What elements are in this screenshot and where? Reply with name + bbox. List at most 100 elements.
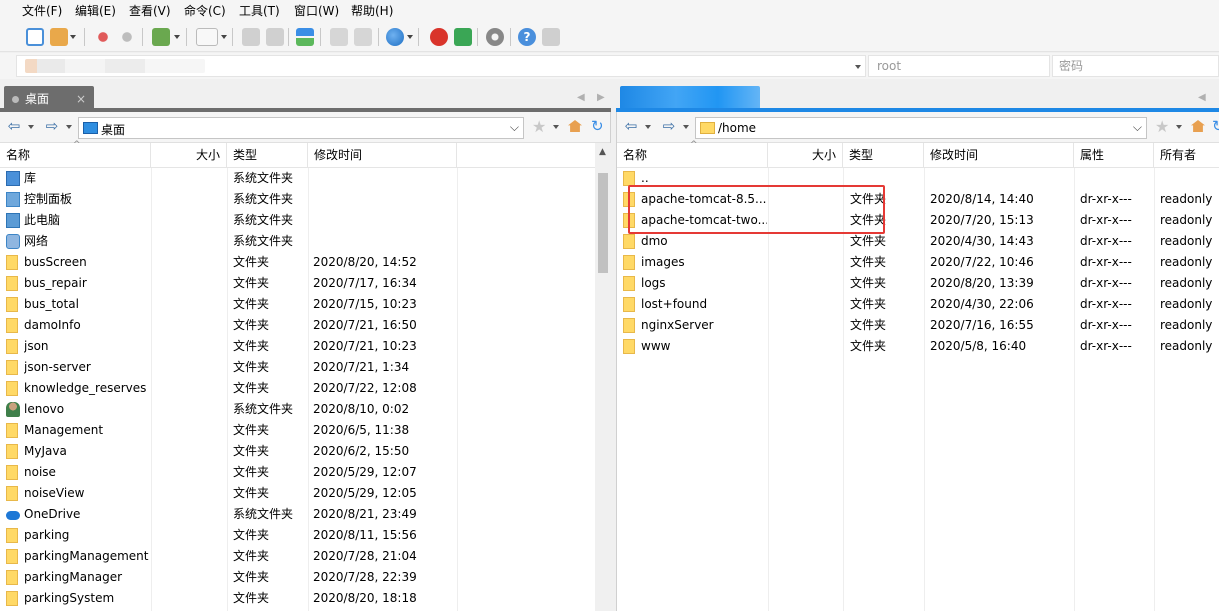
remote-path-input[interactable]: /home ⌵ bbox=[695, 117, 1147, 139]
back-history-icon[interactable] bbox=[645, 125, 651, 129]
tab-scroll-right-icon[interactable]: ▶ bbox=[597, 92, 605, 103]
file-row[interactable]: 网络 系统文件夹 bbox=[0, 231, 610, 252]
column-mtime[interactable]: 修改时间 bbox=[308, 143, 457, 168]
file-row[interactable]: nginxServer 文件夹 2020/7/16, 16:55 dr-xr-x---… bbox=[617, 315, 1219, 336]
file-row[interactable]: 库 系统文件夹 bbox=[0, 168, 610, 189]
copy-icon[interactable] bbox=[330, 28, 348, 46]
chevron-down-icon[interactable] bbox=[855, 65, 861, 69]
file-row[interactable]: www 文件夹 2020/5/8, 16:40 dr-xr-x--- readonly bbox=[617, 336, 1219, 357]
column-type[interactable]: 类型 bbox=[843, 143, 924, 168]
file-mtime: 2020/7/22, 12:08 bbox=[313, 381, 417, 395]
menu-command[interactable]: 命令(C) bbox=[182, 2, 228, 20]
forward-arrow-icon[interactable]: ⇨ bbox=[661, 118, 677, 134]
file-row[interactable]: apache-tomcat-two.... 文件夹 2020/7/20, 15:13… bbox=[617, 210, 1219, 231]
file-row[interactable]: json-server 文件夹 2020/7/21, 1:34 bbox=[0, 357, 610, 378]
chevron-down-icon[interactable]: ⌵ bbox=[510, 120, 519, 135]
username-field[interactable]: root bbox=[868, 55, 1050, 77]
file-row[interactable]: bus_repair 文件夹 2020/7/17, 16:34 bbox=[0, 273, 610, 294]
address-bar: root 密码 bbox=[0, 53, 1219, 79]
menu-tools[interactable]: 工具(T) bbox=[237, 2, 282, 20]
column-mtime[interactable]: 修改时间 bbox=[924, 143, 1074, 168]
reconnect-icon[interactable] bbox=[118, 28, 136, 46]
terminal-icon[interactable] bbox=[196, 28, 218, 46]
remote-file-list: .. apache-tomcat-8.5.... 文件夹 2020/8/14, 14:… bbox=[617, 168, 1219, 611]
xftp-icon[interactable] bbox=[454, 28, 472, 46]
forward-history-icon[interactable] bbox=[683, 125, 689, 129]
file-row[interactable]: images 文件夹 2020/7/22, 10:46 dr-xr-x--- reado… bbox=[617, 252, 1219, 273]
tab-scroll-left-icon[interactable]: ◀ bbox=[577, 92, 585, 103]
bookmark-dropdown-icon[interactable] bbox=[1176, 125, 1182, 129]
scroll-up-icon[interactable]: ▲ bbox=[599, 147, 606, 157]
file-row[interactable]: bus_total 文件夹 2020/7/15, 10:23 bbox=[0, 294, 610, 315]
host-input[interactable] bbox=[16, 55, 866, 77]
upload-icon[interactable] bbox=[242, 28, 260, 46]
back-history-icon[interactable] bbox=[28, 125, 34, 129]
menu-help[interactable]: 帮助(H) bbox=[349, 2, 395, 20]
file-row[interactable]: 此电脑 系统文件夹 bbox=[0, 210, 610, 231]
file-row[interactable]: parkingManagement 文件夹 2020/7/28, 21:04 bbox=[0, 546, 610, 567]
file-mtime: 2020/4/30, 14:43 bbox=[930, 234, 1034, 248]
help-icon[interactable]: ? bbox=[518, 28, 536, 46]
column-owner[interactable]: 所有者 bbox=[1154, 143, 1219, 168]
menu-window[interactable]: 窗口(W) bbox=[292, 2, 341, 20]
disconnect-icon[interactable] bbox=[94, 28, 112, 46]
transfer-icon[interactable] bbox=[296, 28, 314, 46]
file-row[interactable]: apache-tomcat-8.5.... 文件夹 2020/8/14, 14:40… bbox=[617, 189, 1219, 210]
file-row[interactable]: dmo 文件夹 2020/4/30, 14:43 dr-xr-x--- readonly bbox=[617, 231, 1219, 252]
file-row[interactable]: .. bbox=[617, 168, 1219, 189]
refresh-icon[interactable]: ↻ bbox=[591, 117, 604, 135]
forward-arrow-icon[interactable]: ⇨ bbox=[44, 118, 60, 134]
file-row[interactable]: MyJava 文件夹 2020/6/2, 15:50 bbox=[0, 441, 610, 462]
file-name: noiseView bbox=[24, 486, 85, 500]
file-row[interactable]: 控制面板 系统文件夹 bbox=[0, 189, 610, 210]
menu-file[interactable]: 文件(F) bbox=[20, 2, 64, 20]
xshell-icon[interactable] bbox=[430, 28, 448, 46]
column-type[interactable]: 类型 bbox=[227, 143, 308, 168]
globe-icon[interactable] bbox=[386, 28, 404, 46]
file-row[interactable]: knowledge_reserves 文件夹 2020/7/22, 12:08 bbox=[0, 378, 610, 399]
back-arrow-icon[interactable]: ⇦ bbox=[6, 118, 22, 134]
file-row[interactable]: lost+found 文件夹 2020/4/30, 22:06 dr-xr-x--- r… bbox=[617, 294, 1219, 315]
scrollbar-thumb[interactable] bbox=[598, 173, 608, 273]
chat-icon[interactable] bbox=[542, 28, 560, 46]
file-row[interactable]: noise 文件夹 2020/5/29, 12:07 bbox=[0, 462, 610, 483]
file-row[interactable]: damoInfo 文件夹 2020/7/21, 16:50 bbox=[0, 315, 610, 336]
menu-edit[interactable]: 编辑(E) bbox=[73, 2, 118, 20]
gear-icon[interactable] bbox=[486, 28, 504, 46]
back-arrow-icon[interactable]: ⇦ bbox=[623, 118, 639, 134]
password-field[interactable]: 密码 bbox=[1052, 55, 1219, 77]
bookmark-dropdown-icon[interactable] bbox=[553, 125, 559, 129]
star-icon[interactable]: ★ bbox=[532, 117, 546, 136]
file-row[interactable]: Management 文件夹 2020/6/5, 11:38 bbox=[0, 420, 610, 441]
column-size[interactable]: 大小 bbox=[151, 143, 227, 168]
file-type: 文件夹 bbox=[233, 339, 270, 353]
download-icon[interactable] bbox=[266, 28, 284, 46]
local-path-input[interactable]: 桌面 ⌵ bbox=[78, 117, 524, 139]
sync-icon[interactable] bbox=[152, 28, 170, 46]
paste-icon[interactable] bbox=[354, 28, 372, 46]
file-row[interactable]: parking 文件夹 2020/8/11, 15:56 bbox=[0, 525, 610, 546]
home-icon[interactable] bbox=[568, 120, 582, 132]
tab-scroll-left-icon-right[interactable]: ◀ bbox=[1198, 92, 1206, 103]
file-row[interactable]: busScreen 文件夹 2020/8/20, 14:52 bbox=[0, 252, 610, 273]
column-attributes[interactable]: 属性 bbox=[1074, 143, 1154, 168]
file-row[interactable]: json 文件夹 2020/7/21, 10:23 bbox=[0, 336, 610, 357]
file-row[interactable]: logs 文件夹 2020/8/20, 13:39 dr-xr-x--- readonl… bbox=[617, 273, 1219, 294]
column-size[interactable]: 大小 bbox=[768, 143, 843, 168]
file-type: 系统文件夹 bbox=[233, 234, 294, 248]
home-icon[interactable] bbox=[1191, 120, 1205, 132]
menu-view[interactable]: 查看(V) bbox=[127, 2, 173, 20]
new-connection-icon[interactable] bbox=[26, 28, 44, 46]
file-row[interactable]: noiseView 文件夹 2020/5/29, 12:05 bbox=[0, 483, 610, 504]
local-scrollbar[interactable]: ▲ bbox=[595, 143, 611, 611]
chevron-down-icon[interactable]: ⌵ bbox=[1133, 120, 1142, 135]
file-row[interactable]: lenovo 系统文件夹 2020/8/10, 0:02 bbox=[0, 399, 610, 420]
file-row[interactable]: parkingManager 文件夹 2020/7/28, 22:39 bbox=[0, 567, 610, 588]
forward-history-icon[interactable] bbox=[66, 125, 72, 129]
file-type: 文件夹 bbox=[233, 360, 270, 374]
star-icon[interactable]: ★ bbox=[1155, 117, 1169, 136]
file-row[interactable]: parkingSystem 文件夹 2020/8/20, 18:18 bbox=[0, 588, 610, 609]
refresh-icon[interactable]: ↻ bbox=[1212, 117, 1219, 135]
file-row[interactable]: OneDrive 系统文件夹 2020/8/21, 23:49 bbox=[0, 504, 610, 525]
open-folder-icon[interactable] bbox=[50, 28, 68, 46]
